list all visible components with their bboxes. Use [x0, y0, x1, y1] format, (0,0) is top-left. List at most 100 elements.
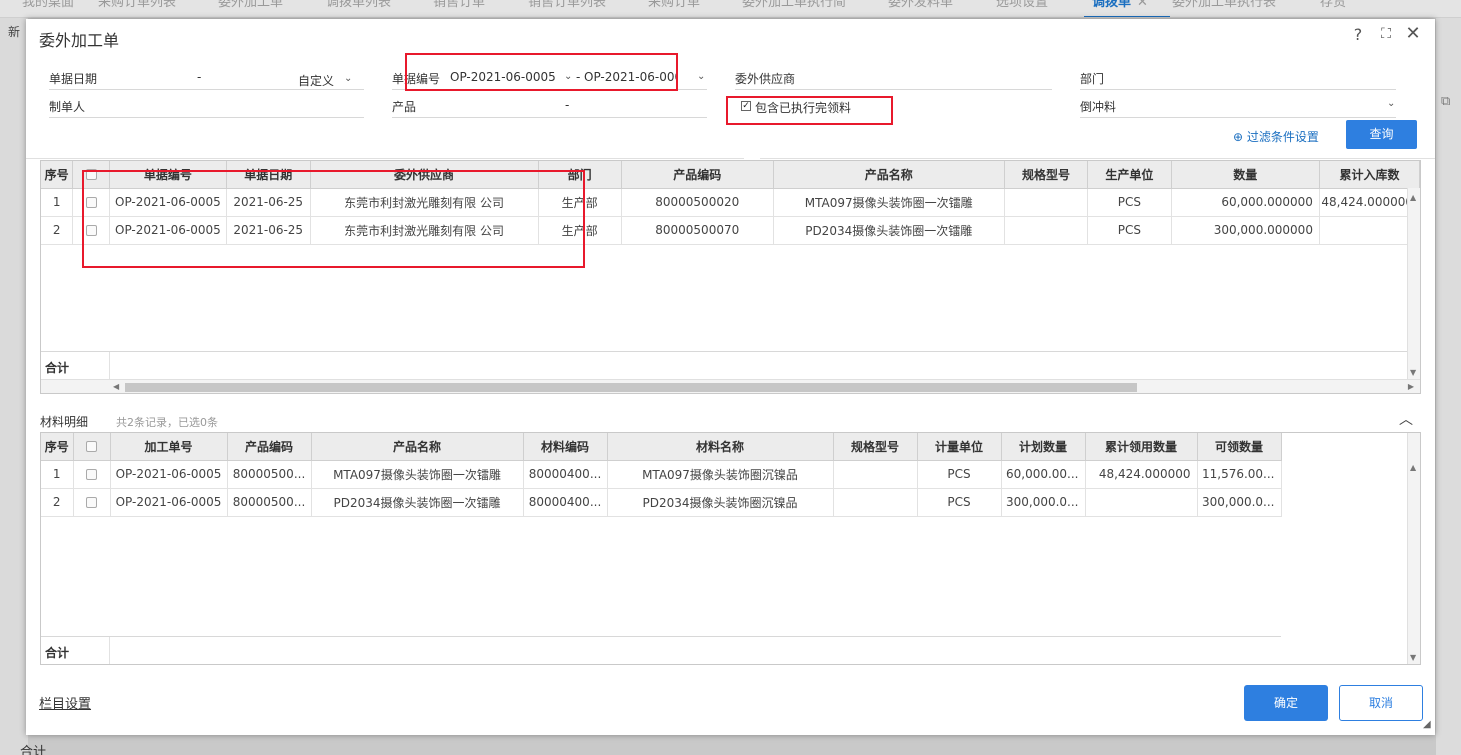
- chevron-up-icon[interactable]: ︿: [1399, 409, 1413, 429]
- mat-used-qty: 48,424.000000: [1085, 460, 1198, 489]
- close-tab-icon[interactable]: ✕: [1137, 0, 1148, 10]
- col-used-qty[interactable]: 累计领用数量: [1085, 433, 1198, 461]
- background-new-button[interactable]: 新: [8, 23, 20, 40]
- mat-material-name: MTA097摄像头装饰圈沉镍品: [607, 460, 834, 489]
- chevron-down-icon[interactable]: ⌄: [697, 71, 705, 82]
- mat-plan-qty: 300,000.0...: [1001, 488, 1086, 517]
- order-qty: 300,000.000000: [1171, 216, 1320, 245]
- col-index: 序号: [41, 161, 74, 189]
- layout-icon[interactable]: ⧉: [1441, 94, 1450, 109]
- table-row[interactable]: 1 OP-2021-06-0005 80000500... MTA097摄像头装…: [41, 460, 1282, 489]
- backflush-select[interactable]: 倒冲料: [1080, 98, 1116, 115]
- col-qty[interactable]: 数量: [1171, 161, 1320, 189]
- mat-product-name: MTA097摄像头装饰圈一次镭雕: [311, 460, 524, 489]
- select-all-checkbox[interactable]: [86, 441, 97, 453]
- resize-grip-icon[interactable]: ◢: [1423, 719, 1431, 730]
- tab-sales-order-list[interactable]: 销售订单列表: [528, 0, 606, 13]
- tab-purchase-order-list[interactable]: 采购订单列表: [98, 0, 176, 13]
- row-checkbox[interactable]: [86, 469, 97, 480]
- tab-outsource-exec-table[interactable]: 委外加工单执行表: [1172, 0, 1276, 13]
- highlight-order-rows: [82, 170, 585, 268]
- tab-inventory[interactable]: 存货: [1320, 0, 1346, 13]
- mat-order: OP-2021-06-0005: [110, 460, 228, 489]
- tab-outsource-exec-brief[interactable]: 委外加工单执行简: [742, 0, 846, 13]
- maximize-icon[interactable]: ⛶: [1376, 26, 1396, 42]
- row-index: 1: [41, 188, 74, 217]
- row-select[interactable]: [73, 460, 111, 489]
- background-left-panel: [0, 18, 28, 755]
- col-select-all[interactable]: [73, 433, 111, 461]
- mat-unit: PCS: [917, 488, 1002, 517]
- col-product-name[interactable]: 产品名称: [311, 433, 524, 461]
- tab-purchase-order[interactable]: 采购订单: [648, 0, 700, 13]
- materials-header-row: 序号 加工单号 产品编码 产品名称 材料编码 材料名称 规格型号 计量单位 计划…: [41, 433, 1282, 461]
- filter-settings-button[interactable]: ⊕ 过滤条件设置: [1233, 128, 1319, 145]
- col-unit[interactable]: 生产单位: [1087, 161, 1172, 189]
- orders-horizontal-scrollbar[interactable]: ◀ ▶: [41, 379, 1420, 393]
- query-button[interactable]: 查询: [1346, 120, 1417, 149]
- col-material-code[interactable]: 材料编码: [523, 433, 608, 461]
- date-sep: -: [197, 70, 202, 84]
- plus-circle-icon: ⊕: [1233, 130, 1244, 144]
- table-row[interactable]: 2 OP-2021-06-0005 80000500... PD2034摄像头装…: [41, 488, 1282, 517]
- col-plan-qty[interactable]: 计划数量: [1001, 433, 1086, 461]
- order-product-name: MTA097摄像头装饰圈一次镭雕: [773, 188, 1005, 217]
- tab-sales-order[interactable]: 销售订单: [433, 0, 485, 13]
- col-material-name[interactable]: 材料名称: [607, 433, 834, 461]
- mat-spec: [833, 460, 918, 489]
- col-product-code[interactable]: 产品编码: [227, 433, 312, 461]
- col-product-code[interactable]: 产品编码: [621, 161, 774, 189]
- col-product-name[interactable]: 产品名称: [773, 161, 1005, 189]
- materials-total-label: 合计: [45, 646, 70, 660]
- highlight-code-range: [405, 53, 678, 91]
- row-index: 2: [41, 216, 74, 245]
- confirm-button[interactable]: 确定: [1244, 685, 1328, 721]
- orders-total-row: 合计: [41, 351, 1420, 380]
- col-received[interactable]: 累计入库数: [1319, 161, 1420, 189]
- orders-total-label: 合计: [45, 361, 70, 375]
- tab-outsource-order[interactable]: 委外加工单: [218, 0, 283, 13]
- mat-material-name: PD2034摄像头装饰圈沉镍品: [607, 488, 834, 517]
- order-product-code: 80000500020: [621, 188, 774, 217]
- orders-vertical-scrollbar[interactable]: ▲ ▼: [1407, 188, 1420, 379]
- filter-divider: [26, 158, 1435, 159]
- materials-total-row: 合计: [41, 636, 1281, 664]
- mat-product-code: 80000500...: [227, 460, 312, 489]
- orders-scroll-thumb[interactable]: [125, 383, 1137, 392]
- column-settings-link[interactable]: 栏目设置: [39, 693, 91, 712]
- col-available-qty[interactable]: 可领数量: [1197, 433, 1282, 461]
- row-index: 1: [41, 460, 74, 489]
- tab-outsource-issue[interactable]: 委外发料单: [888, 0, 953, 13]
- outsource-order-dialog: 委外加工单 ? ⛶ ✕ 单据日期 - 自定义 ⌄ 单据编号 OP-2021-06…: [26, 19, 1435, 735]
- mat-spec: [833, 488, 918, 517]
- supplier-label: 委外供应商: [735, 72, 796, 86]
- close-icon[interactable]: ✕: [1403, 23, 1423, 44]
- col-order[interactable]: 加工单号: [110, 433, 228, 461]
- tab-my-desktop[interactable]: 我的桌面: [22, 0, 74, 13]
- chevron-down-icon[interactable]: ⌄: [344, 73, 352, 84]
- order-spec: [1004, 188, 1089, 217]
- row-select[interactable]: [73, 488, 111, 517]
- background-tab-bar: 我的桌面 采购订单列表 委外加工单 调拨单列表 销售订单 销售订单列表 采购订单…: [0, 0, 1461, 18]
- cancel-button[interactable]: 取消: [1339, 685, 1423, 721]
- col-spec[interactable]: 规格型号: [1004, 161, 1089, 189]
- col-spec[interactable]: 规格型号: [833, 433, 918, 461]
- chevron-down-icon[interactable]: ⌄: [1387, 98, 1395, 109]
- tab-options[interactable]: 选项设置: [996, 0, 1048, 13]
- product-label: 产品: [392, 100, 417, 114]
- row-checkbox[interactable]: [86, 497, 97, 508]
- order-unit: PCS: [1087, 216, 1172, 245]
- help-icon[interactable]: ?: [1348, 25, 1368, 44]
- mat-product-name: PD2034摄像头装饰圈一次镭雕: [311, 488, 524, 517]
- col-unit[interactable]: 计量单位: [917, 433, 1002, 461]
- order-received: 48,424.000000: [1319, 188, 1420, 217]
- order-received: [1319, 216, 1420, 245]
- background-total-label: 合计: [20, 745, 47, 755]
- order-product-name: PD2034摄像头装饰圈一次镭雕: [773, 216, 1005, 245]
- materials-vertical-scrollbar[interactable]: ▲ ▼: [1407, 433, 1420, 664]
- date-mode-select[interactable]: 自定义: [298, 72, 334, 89]
- tab-transfer-list[interactable]: 调拨单列表: [326, 0, 391, 13]
- order-product-code: 80000500070: [621, 216, 774, 245]
- mat-used-qty: [1085, 488, 1198, 517]
- tab-transfer-order[interactable]: 调拨单 ✕: [1084, 0, 1170, 17]
